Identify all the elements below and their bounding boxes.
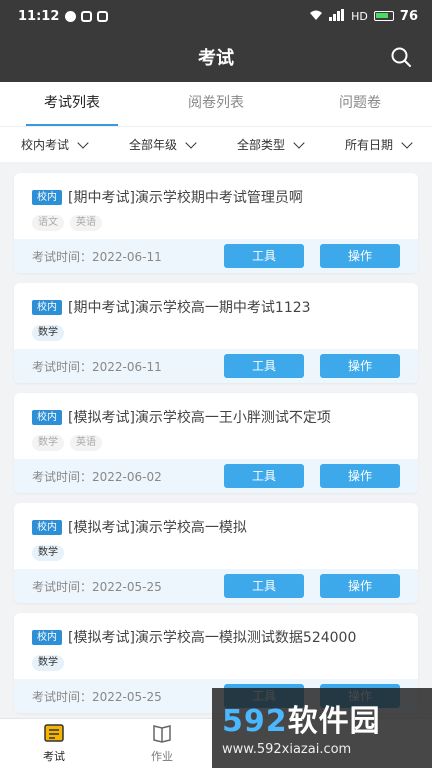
chevron-down-icon (401, 136, 413, 149)
filter-date[interactable]: 所有日期 (324, 127, 432, 162)
exam-date: 考试时间：2022-05-25 (32, 579, 162, 594)
nav-label: 考试 (43, 750, 65, 763)
filter-bar: 校内考试 全部年级 全部类型 所有日期 (0, 126, 432, 162)
watermark: 592软件园 www.592xiazai.com (212, 688, 432, 768)
tab-exam-list[interactable]: 考试列表 (0, 82, 144, 126)
chevron-down-icon (77, 136, 89, 149)
exam-date: 考试时间：2022-05-25 (32, 689, 162, 704)
exam-date: 考试时间：2022-06-11 (32, 249, 162, 264)
status-notification-icons (65, 10, 109, 22)
status-time: 11:12 (18, 8, 60, 24)
nav-label: 作业 (151, 750, 173, 763)
exam-title: [期中考试]演示学校期中考试管理员啊 (68, 190, 303, 206)
filter-exam-scope[interactable]: 校内考试 (0, 127, 108, 162)
exam-icon (43, 723, 65, 746)
page-title: 考试 (198, 48, 234, 69)
subject-tag: 英语 (70, 435, 102, 451)
tab-problem-papers[interactable]: 问题卷 (288, 82, 432, 126)
tool-button[interactable]: 工具 (224, 464, 304, 488)
subject-tag: 语文 (32, 215, 64, 231)
exam-date: 考试时间：2022-06-02 (32, 469, 162, 484)
exam-title: [模拟考试]演示学校高一模拟测试数据524000 (68, 630, 357, 646)
signal-icon (329, 8, 345, 24)
nav-homework[interactable]: 作业 (108, 719, 216, 768)
exam-title: [模拟考试]演示学校高一模拟 (68, 520, 247, 536)
notification-app-icon (81, 10, 93, 22)
exam-card[interactable]: 校内 [模拟考试]演示学校高一王小胖测试不定项 数学 英语 考试时间：2022-… (14, 393, 418, 493)
battery-level: 76 (399, 8, 418, 24)
operate-button[interactable]: 操作 (320, 244, 400, 268)
tab-marking-list[interactable]: 阅卷列表 (144, 82, 288, 126)
search-icon[interactable] (390, 46, 412, 68)
status-right: HD 76 (309, 8, 418, 24)
subject-tag: 英语 (70, 215, 102, 231)
exam-title: [期中考试]演示学校高一期中考试1123 (68, 300, 311, 316)
notification-dot-icon (65, 10, 77, 22)
subject-tag: 数学 (32, 435, 64, 451)
network-type: HD (351, 9, 368, 23)
scope-badge: 校内 (32, 409, 62, 425)
watermark-url: www.592xiazai.com (222, 742, 352, 757)
status-bar: 11:12 HD 76 (0, 0, 432, 32)
subject-tag: 数学 (32, 545, 64, 561)
exam-list: 校内 [期中考试]演示学校期中考试管理员啊 语文 英语 考试时间：2022-06… (14, 173, 418, 723)
notification-image-icon (97, 10, 109, 22)
filter-type[interactable]: 全部类型 (216, 127, 324, 162)
filter-label: 全部类型 (236, 138, 285, 152)
tool-button[interactable]: 工具 (224, 244, 304, 268)
exam-card[interactable]: 校内 [期中考试]演示学校期中考试管理员啊 语文 英语 考试时间：2022-06… (14, 173, 418, 273)
wifi-icon (309, 9, 323, 24)
watermark-brand: 592软件园 (222, 704, 381, 739)
app-header: 考试 (0, 32, 432, 82)
scope-badge: 校内 (32, 189, 62, 205)
operate-button[interactable]: 操作 (320, 354, 400, 378)
battery-icon (373, 11, 394, 21)
nav-exam[interactable]: 考试 (0, 719, 108, 768)
filter-label: 校内考试 (20, 138, 69, 152)
scope-badge: 校内 (32, 629, 62, 645)
exam-card[interactable]: 校内 [模拟考试]演示学校高一模拟 数学 考试时间：2022-05-25 工具 … (14, 503, 418, 603)
tab-bar: 考试列表 阅卷列表 问题卷 (0, 82, 432, 126)
scope-badge: 校内 (32, 519, 62, 535)
filter-label: 全部年级 (128, 138, 177, 152)
exam-date: 考试时间：2022-06-11 (32, 359, 162, 374)
filter-label: 所有日期 (344, 138, 393, 152)
chevron-down-icon (293, 136, 305, 149)
filter-grade[interactable]: 全部年级 (108, 127, 216, 162)
exam-title: [模拟考试]演示学校高一王小胖测试不定项 (68, 410, 331, 426)
homework-icon (151, 723, 173, 746)
tool-button[interactable]: 工具 (224, 354, 304, 378)
chevron-down-icon (185, 136, 197, 149)
subject-tag: 数学 (32, 325, 64, 341)
exam-card[interactable]: 校内 [期中考试]演示学校高一期中考试1123 数学 考试时间：2022-06-… (14, 283, 418, 383)
subject-tag: 数学 (32, 655, 64, 671)
operate-button[interactable]: 操作 (320, 574, 400, 598)
tool-button[interactable]: 工具 (224, 574, 304, 598)
operate-button[interactable]: 操作 (320, 464, 400, 488)
scope-badge: 校内 (32, 299, 62, 315)
